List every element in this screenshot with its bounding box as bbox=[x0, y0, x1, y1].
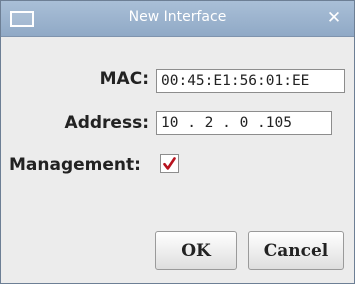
cancel-button[interactable]: Cancel bbox=[248, 231, 344, 270]
address-field[interactable]: 10 . 2 . 0 .105 bbox=[156, 111, 332, 135]
ok-button[interactable]: OK bbox=[155, 231, 237, 270]
management-label: Management: bbox=[9, 155, 141, 175]
dialog-window: New Interface ✕ MAC: 00:45:E1:56:01:EE A… bbox=[0, 0, 355, 284]
window-title: New Interface bbox=[128, 9, 227, 25]
title-bar[interactable]: New Interface ✕ bbox=[1, 1, 354, 37]
address-label: Address: bbox=[64, 113, 149, 133]
management-checkbox[interactable] bbox=[160, 154, 179, 173]
checkmark-icon bbox=[163, 157, 176, 170]
mac-label: MAC: bbox=[99, 69, 149, 89]
mac-field[interactable]: 00:45:E1:56:01:EE bbox=[156, 69, 345, 93]
close-icon[interactable]: ✕ bbox=[323, 7, 345, 29]
